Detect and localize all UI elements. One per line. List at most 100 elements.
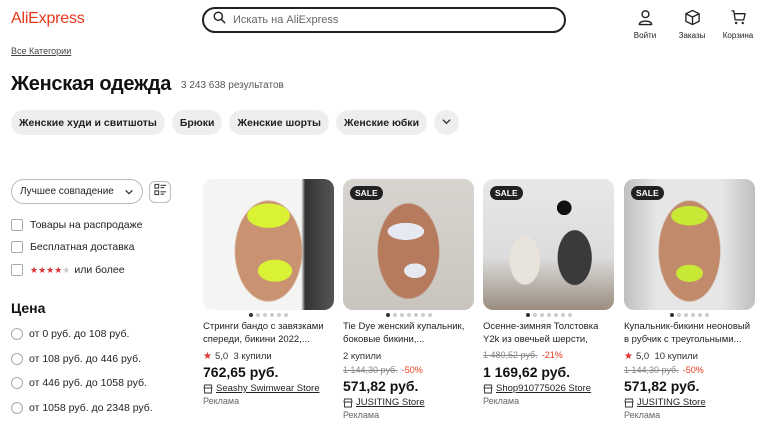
ad-label: Реклама xyxy=(203,396,240,406)
sort-dropdown[interactable]: Лучшее совпадение xyxy=(11,179,143,204)
sale-badge: SALE xyxy=(350,186,383,200)
filter-sale-items[interactable]: Товары на распродаже xyxy=(11,219,143,231)
filter-label: Товары на распродаже xyxy=(30,219,143,231)
user-icon xyxy=(637,9,654,28)
view-toggle-button[interactable] xyxy=(149,181,171,203)
chip-hoodies[interactable]: Женские худи и свитшоты xyxy=(11,110,165,135)
box-icon xyxy=(684,9,701,28)
breadcrumb-all-categories[interactable]: Все Категории xyxy=(11,46,71,56)
product-price: 571,82 руб. xyxy=(624,378,700,394)
ad-label: Реклама xyxy=(624,410,661,420)
page-title: Женская одежда xyxy=(11,73,172,95)
chips-expand-button[interactable] xyxy=(434,110,460,135)
chip-shorts[interactable]: Женские шорты xyxy=(229,110,330,135)
radio[interactable] xyxy=(11,328,23,340)
store-name: JUSITING Store xyxy=(356,397,425,408)
product-title[interactable]: Осенне-зимняя Толстовка Y2k из овечьей ш… xyxy=(483,321,614,346)
radio[interactable] xyxy=(11,377,23,389)
store-link[interactable]: JUSITING Store xyxy=(624,397,755,408)
price-heading: Цена xyxy=(11,300,46,316)
results-count: 3 243 638 результатов xyxy=(181,80,284,91)
store-icon xyxy=(343,398,353,407)
checkbox[interactable] xyxy=(11,219,23,231)
old-price: 1 144,30 руб. xyxy=(624,365,679,375)
product-title[interactable]: Купальник-бикини неоновый в рубчик с тре… xyxy=(624,321,755,346)
product-rating: ★ 5,0 3 купили xyxy=(203,350,334,362)
star-icon: ★ xyxy=(624,350,633,362)
search-bar[interactable] xyxy=(202,7,566,33)
star-icon: ★ xyxy=(203,350,212,362)
old-price-row: 1 144,30 руб. -50% xyxy=(343,365,474,376)
ad-label: Реклама xyxy=(483,396,520,406)
price-range-label: от 108 руб. до 446 руб. xyxy=(29,353,142,365)
category-chips: Женские худи и свитшоты Брюки Женские шо… xyxy=(11,110,460,135)
product-image[interactable]: SALE xyxy=(343,179,474,310)
filter-label: или более xyxy=(74,264,125,276)
filter-free-shipping[interactable]: Бесплатная доставка xyxy=(11,241,134,253)
cart-label: Корзина xyxy=(722,31,754,40)
orders-button[interactable]: Заказы xyxy=(669,6,715,40)
chip-pants[interactable]: Брюки xyxy=(171,110,223,135)
sold-count: 10 купили xyxy=(654,350,698,362)
image-carousel-dots xyxy=(483,313,614,318)
price-range-option[interactable]: от 1058 руб. до 2348 руб. xyxy=(11,402,153,414)
store-name: Shop910775026 Store xyxy=(496,383,592,394)
filter-rating[interactable]: ★★★★★ или более xyxy=(11,264,125,276)
product-price: 1 169,62 руб. xyxy=(483,364,571,380)
image-carousel-dots xyxy=(624,313,755,318)
login-label: Войти xyxy=(633,31,657,40)
star-rating-icon: ★★★★★ xyxy=(30,264,71,275)
image-carousel-dots xyxy=(343,313,474,318)
rating-value: 5,0 xyxy=(635,350,650,362)
sale-badge: SALE xyxy=(490,186,523,200)
rating-value: 5,0 xyxy=(214,350,229,362)
old-price-row: 1 480,52 руб. -21% xyxy=(483,350,614,361)
old-price-row: 1 144,30 руб. -50% xyxy=(624,365,755,376)
checkbox[interactable] xyxy=(11,241,23,253)
price-range-label: от 1058 руб. до 2348 руб. xyxy=(29,402,153,414)
product-image[interactable]: SALE xyxy=(624,179,755,310)
product-image[interactable] xyxy=(203,179,334,310)
sold-count: 3 купили xyxy=(233,350,272,362)
store-link[interactable]: Shop910775026 Store xyxy=(483,383,614,394)
ad-label: Реклама xyxy=(343,410,380,420)
discount-percent: -21% xyxy=(541,350,563,360)
radio[interactable] xyxy=(11,402,23,414)
store-name: Seashy Swimwear Store xyxy=(216,383,320,394)
price-range-option[interactable]: от 0 руб. до 108 руб. xyxy=(11,328,129,340)
product-card[interactable]: Стринги бандо с завязками спереди, бикин… xyxy=(203,179,334,406)
product-rating: 2 купили xyxy=(343,350,474,362)
cart-button[interactable]: Корзина xyxy=(715,6,761,40)
radio[interactable] xyxy=(11,353,23,365)
store-icon xyxy=(203,384,213,393)
chip-skirts[interactable]: Женские юбки xyxy=(336,110,428,135)
store-icon xyxy=(624,398,634,407)
store-icon xyxy=(483,384,493,393)
aliexpress-logo[interactable]: AliExpress xyxy=(11,10,85,28)
store-name: JUSITING Store xyxy=(637,397,706,408)
store-link[interactable]: JUSITING Store xyxy=(343,397,474,408)
sold-count: 2 купили xyxy=(343,350,382,362)
discount-percent: -50% xyxy=(682,365,704,375)
store-link[interactable]: Seashy Swimwear Store xyxy=(203,383,334,394)
price-range-option[interactable]: от 446 руб. до 1058 руб. xyxy=(11,377,147,389)
chevron-down-icon xyxy=(125,189,133,195)
search-input[interactable] xyxy=(233,14,553,26)
sale-badge: SALE xyxy=(631,186,664,200)
login-button[interactable]: Войти xyxy=(622,6,668,40)
product-title[interactable]: Tie Dye женский купальник, боковые бикин… xyxy=(343,321,474,346)
old-price: 1 480,52 руб. xyxy=(483,350,538,360)
discount-percent: -50% xyxy=(401,365,423,375)
filter-label: Бесплатная доставка xyxy=(30,241,135,253)
product-card[interactable]: SALE Осенне-зимняя Толстовка Y2k из овеч… xyxy=(483,179,614,406)
price-range-label: от 0 руб. до 108 руб. xyxy=(29,328,130,340)
price-range-option[interactable]: от 108 руб. до 446 руб. xyxy=(11,353,141,365)
product-image[interactable]: SALE xyxy=(483,179,614,310)
product-price: 571,82 руб. xyxy=(343,378,419,394)
product-card[interactable]: SALE Tie Dye женский купальник, боковые … xyxy=(343,179,474,420)
search-icon xyxy=(213,11,226,29)
product-card[interactable]: SALE Купальник-бикини неоновый в рубчик … xyxy=(624,179,755,420)
product-title[interactable]: Стринги бандо с завязками спереди, бикин… xyxy=(203,321,334,346)
checkbox[interactable] xyxy=(11,264,23,276)
sort-label: Лучшее совпадение xyxy=(20,186,114,197)
